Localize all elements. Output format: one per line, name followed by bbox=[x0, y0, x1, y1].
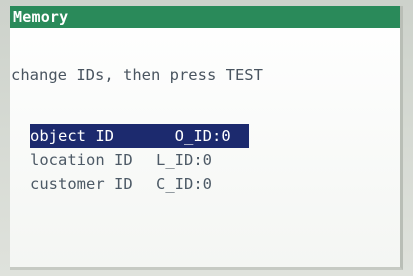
id-list: object ID O_ID:0 location ID L_ID:0 custo… bbox=[30, 124, 249, 196]
id-value: C_ID:0 bbox=[156, 175, 212, 193]
instruction-text: change IDs, then press TEST bbox=[11, 66, 263, 84]
id-label: location ID bbox=[30, 151, 133, 169]
title-bar: Memory bbox=[10, 6, 400, 28]
id-row-object[interactable]: object ID O_ID:0 bbox=[30, 124, 249, 148]
id-row-customer[interactable]: customer ID C_ID:0 bbox=[30, 172, 249, 196]
id-value: O_ID:0 bbox=[156, 127, 231, 145]
window-title: Memory bbox=[13, 8, 69, 26]
id-row-location[interactable]: location ID L_ID:0 bbox=[30, 148, 249, 172]
id-label: object ID bbox=[30, 127, 114, 145]
id-value: L_ID:0 bbox=[156, 151, 212, 169]
device-bezel: Memory change IDs, then press TEST objec… bbox=[0, 0, 413, 276]
lcd-screen: Memory change IDs, then press TEST objec… bbox=[10, 6, 403, 270]
id-label: customer ID bbox=[30, 175, 133, 193]
